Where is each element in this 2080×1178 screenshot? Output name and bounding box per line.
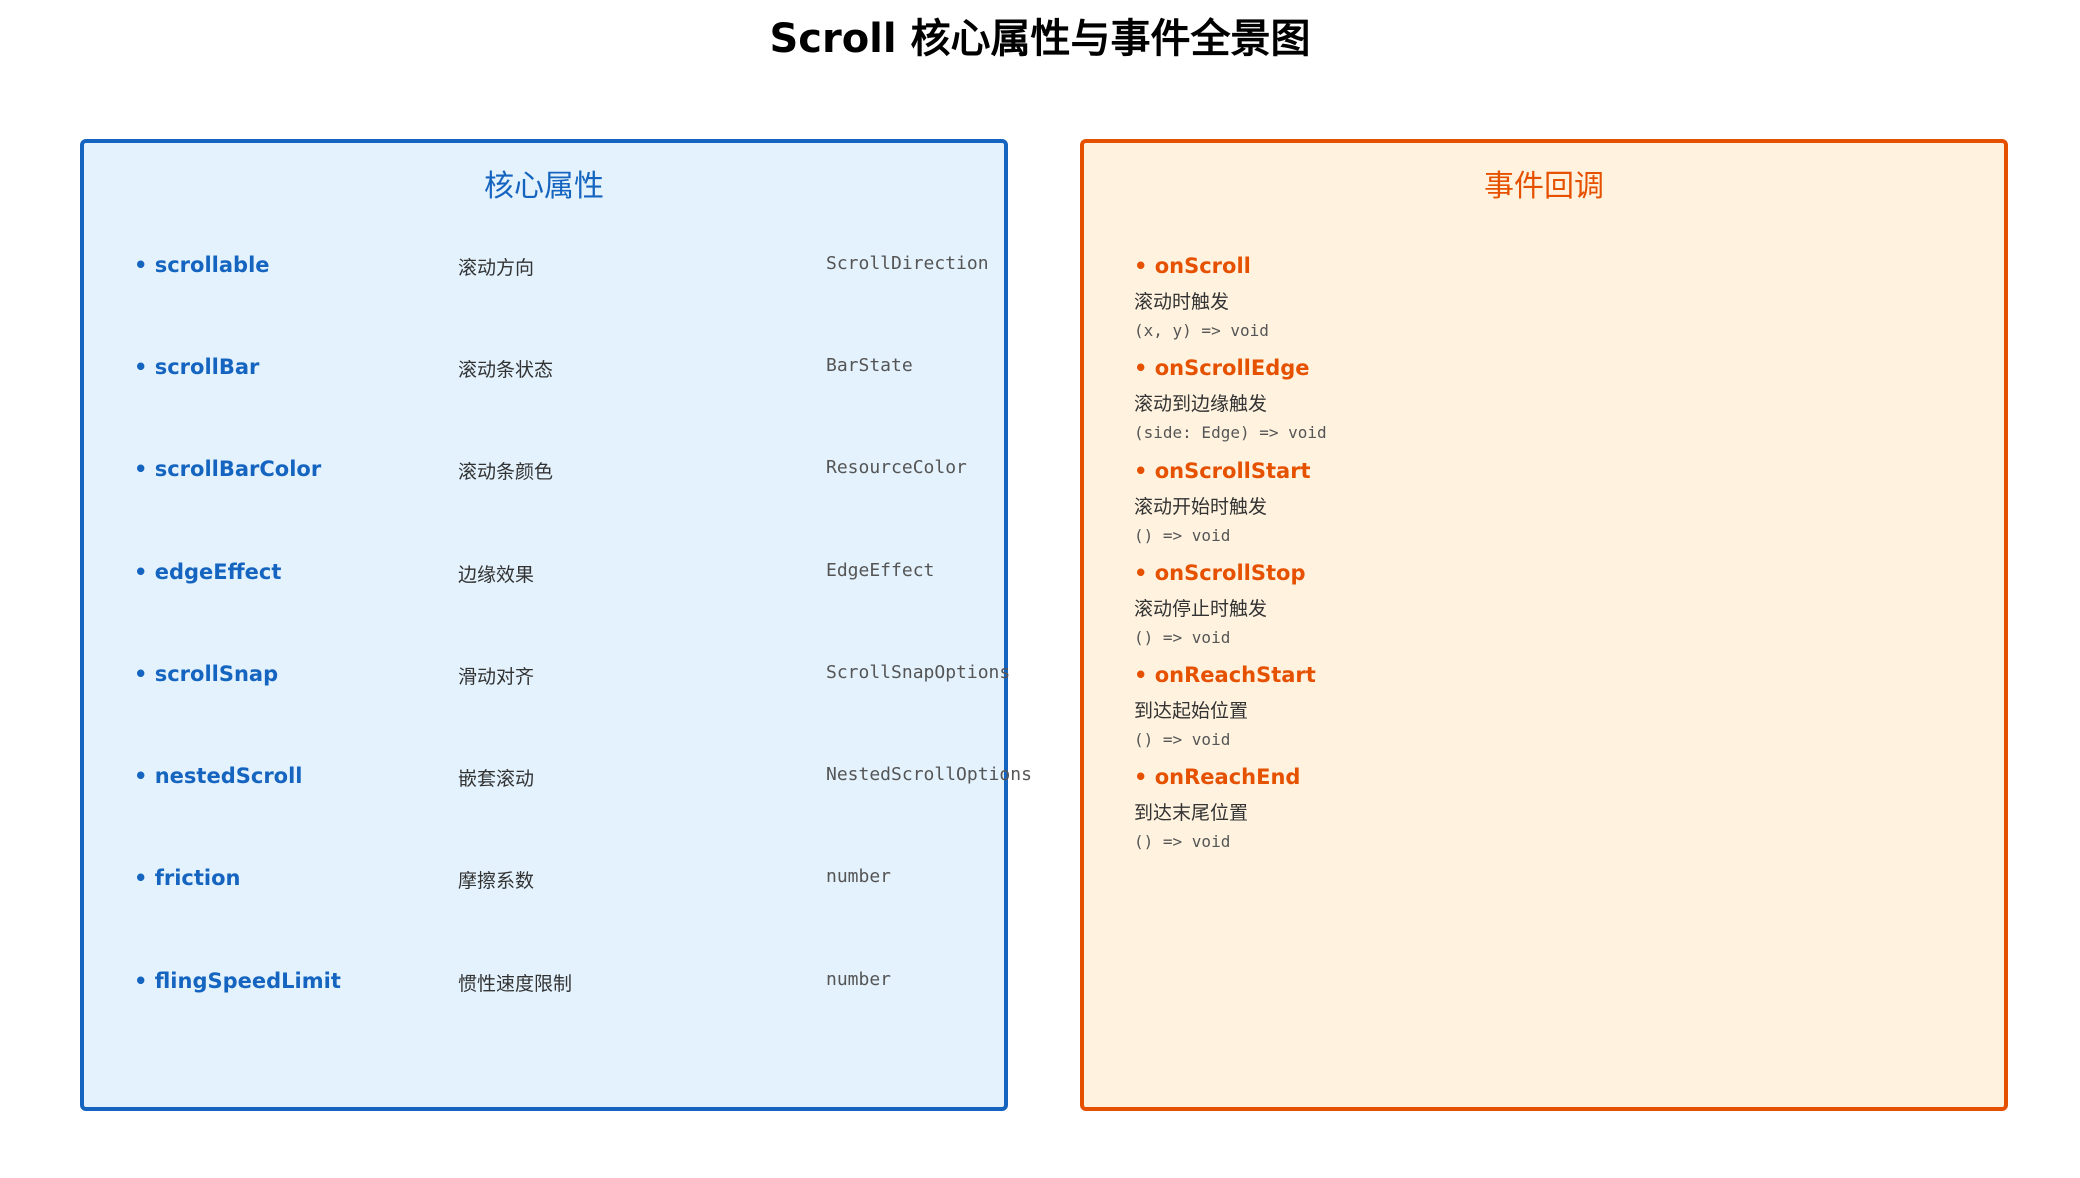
event-signature: (side: Edge) => void [1134,423,1327,442]
event-item: onScrollEdge 滚动到边缘触发 (side: Edge) => voi… [1134,353,1954,445]
event-name: onReachEnd [1134,762,1954,798]
property-name: friction [134,866,241,890]
property-row: scrollBarColor 滚动条颜色 ResourceColor [84,457,1004,497]
property-row: flingSpeedLimit 惯性速度限制 number [84,969,1004,1009]
event-desc: 滚动时触发 [1134,291,1230,313]
property-name: flingSpeedLimit [134,969,341,993]
property-desc: 嵌套滚动 [458,768,535,790]
property-name: scrollBarColor [134,457,321,481]
event-item: onScrollStop 滚动停止时触发 () => void [1134,558,1954,650]
event-item: onReachEnd 到达末尾位置 () => void [1134,762,1954,854]
property-desc: 滚动条颜色 [458,461,554,483]
event-signature: () => void [1134,526,1231,545]
property-row: scrollSnap 滑动对齐 ScrollSnapOptions [84,662,1011,702]
property-desc: 滚动方向 [458,257,535,279]
property-type: number [826,969,892,990]
property-type: ScrollDirection [826,253,989,274]
property-name: edgeEffect [134,560,282,584]
event-desc: 滚动开始时触发 [1134,496,1268,518]
property-desc: 滑动对齐 [458,666,535,688]
event-item: onScroll 滚动时触发 (x, y) => void [1134,251,1954,343]
property-type: ScrollSnapOptions [826,662,1011,683]
page-title: Scroll 核心属性与事件全景图 [769,16,1311,62]
events-panel-title: 事件回调 [1484,169,1604,204]
event-desc: 滚动停止时触发 [1134,598,1268,620]
property-type: number [826,866,892,887]
property-name: scrollable [134,253,270,277]
property-row: friction 摩擦系数 number [84,866,1004,906]
property-row: nestedScroll 嵌套滚动 NestedScrollOptions [84,764,1032,804]
property-type: BarState [826,355,913,376]
property-type: ResourceColor [826,457,967,478]
event-signature: () => void [1134,628,1231,647]
event-name: onScroll [1134,251,1954,287]
property-desc: 惯性速度限制 [458,973,573,995]
event-name: onScrollStart [1134,456,1954,492]
property-row: scrollBar 滚动条状态 BarState [84,355,1004,395]
event-item: onReachStart 到达起始位置 () => void [1134,660,1954,752]
property-desc: 滚动条状态 [458,359,554,381]
event-name: onScrollStop [1134,558,1954,594]
event-signature: () => void [1134,730,1231,749]
property-desc: 摩擦系数 [458,870,535,892]
property-row: edgeEffect 边缘效果 EdgeEffect [84,560,1004,600]
event-desc: 滚动到边缘触发 [1134,393,1268,415]
property-type: NestedScrollOptions [826,764,1032,785]
event-name: onReachStart [1134,660,1954,696]
property-row: scrollable 滚动方向 ScrollDirection [84,253,1004,293]
event-desc: 到达起始位置 [1134,700,1249,722]
events-panel: 事件回调 onScroll 滚动时触发 (x, y) => void onScr… [1080,139,2008,1111]
event-signature: (x, y) => void [1134,321,1269,340]
properties-panel-title: 核心属性 [484,169,604,204]
property-desc: 边缘效果 [458,564,535,586]
event-signature: () => void [1134,832,1231,851]
property-name: scrollBar [134,355,260,379]
event-item: onScrollStart 滚动开始时触发 () => void [1134,456,1954,548]
properties-panel: 核心属性 scrollable 滚动方向 ScrollDirection scr… [80,139,1032,1111]
property-name: nestedScroll [134,764,303,788]
property-name: scrollSnap [134,662,278,686]
property-type: EdgeEffect [826,560,935,581]
event-desc: 到达末尾位置 [1134,802,1249,824]
event-name: onScrollEdge [1134,353,1954,389]
